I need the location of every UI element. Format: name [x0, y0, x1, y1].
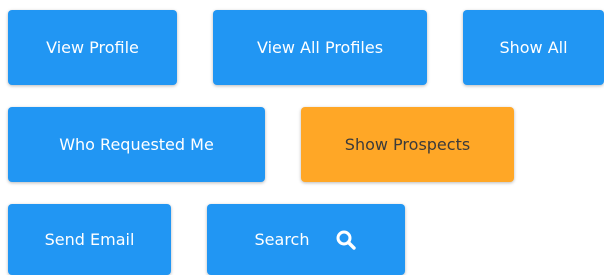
show-all-button[interactable]: Show All: [463, 10, 604, 85]
show-all-label: Show All: [499, 37, 568, 57]
send-email-button[interactable]: Send Email: [8, 204, 171, 275]
who-requested-me-label: Who Requested Me: [59, 134, 214, 154]
send-email-label: Send Email: [44, 229, 135, 249]
view-profile-label: View Profile: [46, 37, 139, 57]
view-all-profiles-label: View All Profiles: [256, 37, 384, 57]
who-requested-me-button[interactable]: Who Requested Me: [8, 107, 265, 182]
search-button[interactable]: Search: [207, 204, 405, 275]
search-label: Search: [254, 229, 310, 249]
search-icon: [335, 229, 357, 251]
view-profile-button[interactable]: View Profile: [8, 10, 177, 85]
view-all-profiles-button[interactable]: View All Profiles: [213, 10, 427, 85]
show-prospects-label: Show Prospects: [344, 134, 471, 154]
show-prospects-button[interactable]: Show Prospects: [301, 107, 514, 182]
